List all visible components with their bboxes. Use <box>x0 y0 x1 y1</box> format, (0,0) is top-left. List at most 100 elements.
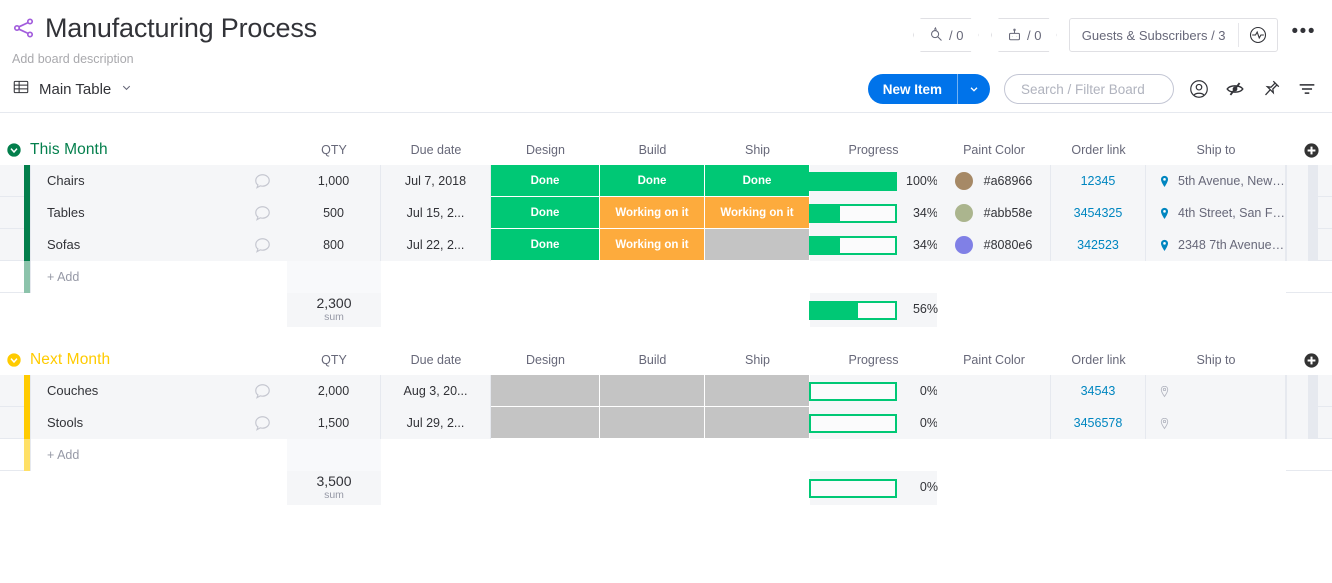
paint-color-cell[interactable]: #a68966 <box>937 165 1051 197</box>
qty-summary[interactable]: 3,500sum <box>287 471 381 505</box>
share-icon[interactable] <box>12 16 36 40</box>
column-header-paint[interactable]: Paint Color <box>937 135 1051 165</box>
status-cell-build[interactable]: Working on it <box>600 197 705 229</box>
ship-to-cell[interactable]: 4th Street, San Fran... <box>1146 197 1286 229</box>
column-header-qty[interactable]: QTY <box>287 135 381 165</box>
table-row[interactable]: Couches2,000Aug 3, 20... 0%34543 <box>0 375 1332 407</box>
integration-pill[interactable]: / 0 <box>991 18 1057 52</box>
paint-color-cell[interactable] <box>937 375 1051 407</box>
pin-icon[interactable] <box>1260 78 1282 100</box>
column-header-ship[interactable]: Ship <box>705 345 810 375</box>
due-date-cell[interactable]: Jul 22, 2... <box>381 229 491 261</box>
search-input[interactable] <box>1019 81 1159 98</box>
add-item-cell[interactable]: + Add <box>30 439 1286 471</box>
more-options-button[interactable]: ••• <box>1290 27 1318 43</box>
chat-icon[interactable] <box>253 204 272 223</box>
ship-to-cell[interactable] <box>1146 407 1286 439</box>
progress-cell[interactable]: 0% <box>810 407 937 439</box>
add-item-row[interactable]: + Add <box>0 439 1332 471</box>
status-cell-ship[interactable] <box>705 407 810 439</box>
qty-cell[interactable]: 1,000 <box>287 165 381 197</box>
status-cell-design[interactable]: Done <box>491 197 600 229</box>
scrollbar-track[interactable] <box>1308 375 1318 407</box>
due-date-cell[interactable]: Jul 29, 2... <box>381 407 491 439</box>
row-name-cell[interactable]: Chairs <box>30 165 287 197</box>
qty-cell[interactable]: 800 <box>287 229 381 261</box>
ship-to-cell[interactable]: 5th Avenue, New Yor... <box>1146 165 1286 197</box>
new-item-button-group[interactable]: New Item <box>868 74 990 104</box>
progress-summary[interactable]: 56% <box>810 293 937 327</box>
progress-cell[interactable]: 34% <box>810 197 937 229</box>
column-header-order[interactable]: Order link <box>1051 135 1146 165</box>
order-link-cell[interactable]: 12345 <box>1051 165 1146 197</box>
column-header-order[interactable]: Order link <box>1051 345 1146 375</box>
due-date-cell[interactable]: Jul 15, 2... <box>381 197 491 229</box>
row-name-cell[interactable]: Sofas <box>30 229 287 261</box>
order-link[interactable]: 3456578 <box>1074 416 1123 430</box>
order-link[interactable]: 34543 <box>1081 384 1116 398</box>
column-header-build[interactable]: Build <box>600 345 705 375</box>
due-date-cell[interactable]: Jul 7, 2018 <box>381 165 491 197</box>
board-description[interactable]: Add board description <box>12 52 1316 66</box>
column-header-shipto[interactable]: Ship to <box>1146 135 1286 165</box>
guests-subscribers-box[interactable]: Guests & Subscribers / 3 <box>1069 18 1278 52</box>
order-link[interactable]: 342523 <box>1077 238 1119 252</box>
ship-to-cell[interactable] <box>1146 375 1286 407</box>
order-link[interactable]: 12345 <box>1081 174 1116 188</box>
column-header-design[interactable]: Design <box>491 135 600 165</box>
person-icon[interactable] <box>1188 78 1210 100</box>
qty-summary[interactable]: 2,300sum <box>287 293 381 327</box>
order-link-cell[interactable]: 342523 <box>1051 229 1146 261</box>
progress-cell[interactable]: 0% <box>810 375 937 407</box>
column-header-progress[interactable]: Progress <box>810 135 937 165</box>
search-filter-box[interactable] <box>1004 74 1174 104</box>
status-cell-build[interactable]: Done <box>600 165 705 197</box>
column-header-due[interactable]: Due date <box>381 345 491 375</box>
paint-color-cell[interactable]: #8080e6 <box>937 229 1051 261</box>
scrollbar-track[interactable] <box>1308 407 1318 439</box>
qty-cell[interactable]: 500 <box>287 197 381 229</box>
status-cell-design[interactable]: Done <box>491 165 600 197</box>
row-name-cell[interactable]: Tables <box>30 197 287 229</box>
column-header-due[interactable]: Due date <box>381 135 491 165</box>
paint-color-cell[interactable]: #abb58e <box>937 197 1051 229</box>
scrollbar-track[interactable] <box>1308 229 1318 261</box>
status-cell-ship[interactable]: Done <box>705 165 810 197</box>
activity-icon[interactable] <box>1239 25 1277 45</box>
status-cell-design[interactable] <box>491 375 600 407</box>
add-item-row[interactable]: + Add <box>0 261 1332 293</box>
column-header-paint[interactable]: Paint Color <box>937 345 1051 375</box>
status-cell-ship[interactable]: Working on it <box>705 197 810 229</box>
row-name-cell[interactable]: Stools <box>30 407 287 439</box>
chevron-down-icon[interactable] <box>120 81 133 97</box>
status-cell-design[interactable] <box>491 407 600 439</box>
column-header-build[interactable]: Build <box>600 135 705 165</box>
status-cell-build[interactable]: Working on it <box>600 229 705 261</box>
status-cell-ship[interactable] <box>705 229 810 261</box>
add-column-button[interactable] <box>1303 142 1320 159</box>
scrollbar-track[interactable] <box>1308 165 1318 197</box>
column-header-ship[interactable]: Ship <box>705 135 810 165</box>
scrollbar-track[interactable] <box>1308 197 1318 229</box>
ship-to-cell[interactable]: 2348 7th Avenue, Ne... <box>1146 229 1286 261</box>
progress-cell[interactable]: 100% <box>810 165 937 197</box>
due-date-cell[interactable]: Aug 3, 20... <box>381 375 491 407</box>
chat-icon[interactable] <box>253 172 272 191</box>
qty-cell[interactable]: 2,000 <box>287 375 381 407</box>
status-cell-build[interactable] <box>600 375 705 407</box>
progress-summary[interactable]: 0% <box>810 471 937 505</box>
add-column-button[interactable] <box>1303 352 1320 369</box>
status-cell-build[interactable] <box>600 407 705 439</box>
table-row[interactable]: Sofas800Jul 22, 2...DoneWorking on it 34… <box>0 229 1332 261</box>
chat-icon[interactable] <box>253 236 272 255</box>
tab-main-table[interactable]: Main Table <box>12 78 133 101</box>
table-row[interactable]: Stools1,500Jul 29, 2... 0% 3456578 <box>0 407 1332 439</box>
order-link-cell[interactable]: 34543 <box>1051 375 1146 407</box>
table-row[interactable]: Tables500Jul 15, 2...DoneWorking on itWo… <box>0 197 1332 229</box>
hide-icon[interactable] <box>1224 78 1246 100</box>
qty-cell[interactable]: 1,500 <box>287 407 381 439</box>
column-header-progress[interactable]: Progress <box>810 345 937 375</box>
new-item-button[interactable]: New Item <box>868 74 957 104</box>
chat-icon[interactable] <box>253 414 272 433</box>
automation-pill[interactable]: / 0 <box>913 18 979 52</box>
